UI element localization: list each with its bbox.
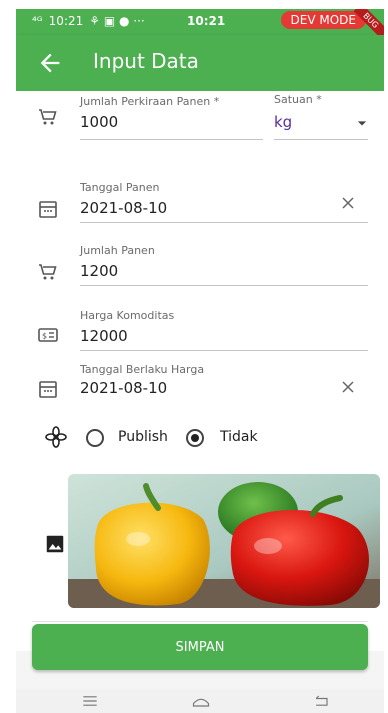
unit-dropdown[interactable]: Satuan * kg [274,91,384,143]
unit-value: kg [274,113,293,131]
flower-icon [45,426,67,448]
radio-publish[interactable] [86,429,104,447]
status-time-left: 10:21 [48,14,84,28]
harvest-amount-value: 1200 [80,262,119,280]
back-nav-icon[interactable] [312,691,332,711]
page-title: Input Data [93,49,199,73]
harvest-date-value: 2021-08-10 [80,199,168,217]
home-icon[interactable] [190,691,212,711]
unit-underline [274,139,368,140]
estimate-harvest-value: 1000 [80,113,119,131]
commodity-photo[interactable] [68,474,380,608]
price-valid-date-label: Tanggal Berlaku Harga [80,363,205,376]
status-time-center: 10:21 [187,14,226,28]
cart-icon [39,264,57,280]
chevron-down-icon [357,121,367,126]
close-icon[interactable] [338,377,358,397]
commodity-price-value: 12000 [80,327,128,345]
svg-text:$: $ [42,332,47,341]
status-bar: ⁴ᴳ 10:21 ⚘ ▣ ● ··· 10:21 DEV MODE BUG [16,9,384,38]
system-nav-bar [16,689,384,713]
status-left: ⁴ᴳ 10:21 ⚘ ▣ ● ··· [32,14,145,28]
harvest-amount-underline [80,285,368,286]
radio-tidak-label[interactable]: Tidak [220,429,258,445]
save-button[interactable]: SIMPAN [32,624,368,670]
commodity-price-underline [80,350,368,351]
close-icon[interactable] [338,193,358,213]
price-valid-date-value: 2021-08-10 [80,379,168,397]
radio-tidak[interactable] [186,429,204,447]
commodity-price-label: Harga Komoditas [80,309,175,322]
harvest-date-label: Tanggal Panen [80,181,160,194]
image-icon[interactable] [44,533,66,555]
harvest-date-underline [80,222,368,223]
calendar-icon [39,201,57,218]
app-bar: Input Data [16,35,384,91]
publish-radio-group: Publish Tidak [16,421,384,457]
cart-icon [39,109,57,125]
estimate-harvest-label: Jumlah Perkiraan Panen * [80,95,220,108]
price-tag-icon: $ [38,328,58,342]
radio-publish-label[interactable]: Publish [118,429,168,445]
signal-icon: ⁴ᴳ [32,14,43,28]
dev-mode-badge: DEV MODE [280,11,366,29]
estimate-harvest-underline [80,139,263,140]
harvest-amount-label: Jumlah Panen [80,244,155,257]
form-content: Jumlah Perkiraan Panen * 1000 Satuan * k… [16,91,384,651]
calendar-icon [39,381,57,398]
arrow-left-icon[interactable] [36,49,64,77]
harvest-date-field[interactable]: Tanggal Panen 2021-08-10 [16,181,384,249]
harvest-amount-field[interactable]: Jumlah Panen 1200 [16,244,384,312]
notification-icons: ⚘ ▣ ● ··· [89,14,145,28]
content-divider [32,621,368,622]
pepper-photo-icon [68,474,380,608]
phone-screen: ⁴ᴳ 10:21 ⚘ ▣ ● ··· 10:21 DEV MODE BUG In… [16,9,384,713]
menu-icon[interactable] [80,691,100,711]
unit-label: Satuan * [274,93,322,106]
